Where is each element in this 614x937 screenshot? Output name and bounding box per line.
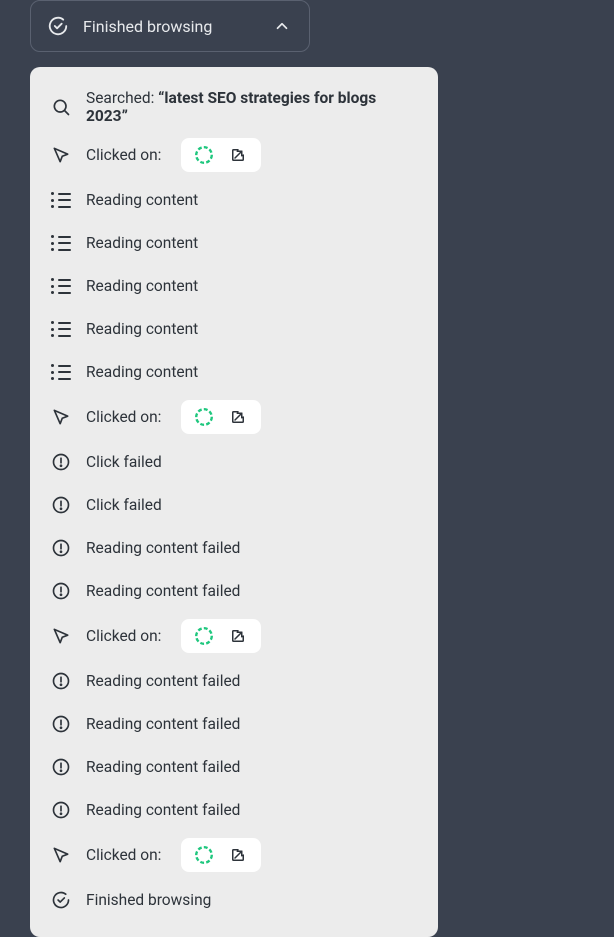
clicked-label: Clicked on:	[86, 408, 161, 426]
link-chip[interactable]	[181, 619, 261, 653]
list-icon	[50, 189, 72, 211]
search-icon	[50, 96, 72, 118]
check-circle-icon	[50, 889, 72, 911]
list-icon	[50, 318, 72, 340]
reading-failed-label: Reading content failed	[86, 672, 240, 690]
click-failed-label: Click failed	[86, 453, 162, 471]
browsing-summary-header[interactable]: Finished browsing	[30, 0, 310, 52]
external-link-icon	[227, 625, 249, 647]
cursor-icon	[50, 625, 72, 647]
list-icon	[50, 232, 72, 254]
finished-label: Finished browsing	[86, 891, 211, 909]
semrush-favicon-icon	[193, 844, 215, 866]
list-icon	[50, 275, 72, 297]
reading-label: Reading content	[86, 363, 198, 381]
log-row-click-failed: Click failed	[50, 490, 418, 520]
alert-circle-icon	[50, 713, 72, 735]
alert-circle-icon	[50, 451, 72, 473]
reading-label: Reading content	[86, 320, 198, 338]
link-chip[interactable]	[181, 138, 261, 172]
alert-circle-icon	[50, 670, 72, 692]
log-row-clicked: Clicked on:	[50, 619, 418, 653]
link-chip[interactable]	[181, 400, 261, 434]
log-row-reading-failed: Reading content failed	[50, 709, 418, 739]
log-row-searched: Searched: “latest SEO strategies for blo…	[50, 89, 418, 125]
log-row-clicked: Clicked on:	[50, 138, 418, 172]
log-row-click-failed: Click failed	[50, 447, 418, 477]
alert-circle-icon	[50, 756, 72, 778]
reading-failed-label: Reading content failed	[86, 715, 240, 733]
clicked-label: Clicked on:	[86, 627, 161, 645]
log-row-reading: Reading content	[50, 271, 418, 301]
reading-failed-label: Reading content failed	[86, 539, 240, 557]
cursor-icon	[50, 844, 72, 866]
reading-label: Reading content	[86, 191, 198, 209]
semrush-favicon-icon	[193, 406, 215, 428]
alert-circle-icon	[50, 537, 72, 559]
clicked-label: Clicked on:	[86, 146, 161, 164]
click-failed-label: Click failed	[86, 496, 162, 514]
log-row-reading-failed: Reading content failed	[50, 752, 418, 782]
log-row-clicked: Clicked on:	[50, 400, 418, 434]
searched-text: Searched: “latest SEO strategies for blo…	[86, 89, 418, 125]
reading-failed-label: Reading content failed	[86, 582, 240, 600]
alert-circle-icon	[50, 799, 72, 821]
log-row-reading-failed: Reading content failed	[50, 666, 418, 696]
external-link-icon	[227, 144, 249, 166]
reading-label: Reading content	[86, 234, 198, 252]
link-chip[interactable]	[181, 838, 261, 872]
cursor-icon	[50, 144, 72, 166]
log-row-reading: Reading content	[50, 228, 418, 258]
check-circle-icon	[47, 15, 69, 37]
clicked-label: Clicked on:	[86, 846, 161, 864]
browsing-log: Searched: “latest SEO strategies for blo…	[30, 67, 438, 937]
log-row-finished: Finished browsing	[50, 885, 418, 915]
external-link-icon	[227, 844, 249, 866]
log-row-reading-failed: Reading content failed	[50, 533, 418, 563]
log-row-reading-failed: Reading content failed	[50, 576, 418, 606]
cursor-icon	[50, 406, 72, 428]
log-row-reading: Reading content	[50, 185, 418, 215]
log-row-reading: Reading content	[50, 314, 418, 344]
reading-label: Reading content	[86, 277, 198, 295]
searched-prefix: Searched:	[86, 89, 158, 107]
list-icon	[50, 361, 72, 383]
reading-failed-label: Reading content failed	[86, 758, 240, 776]
log-row-reading: Reading content	[50, 357, 418, 387]
external-link-icon	[227, 406, 249, 428]
reading-failed-label: Reading content failed	[86, 801, 240, 819]
log-row-reading-failed: Reading content failed	[50, 795, 418, 825]
alert-circle-icon	[50, 580, 72, 602]
semrush-favicon-icon	[193, 144, 215, 166]
alert-circle-icon	[50, 494, 72, 516]
browsing-summary-title: Finished browsing	[83, 17, 257, 36]
semrush-favicon-icon	[193, 625, 215, 647]
chevron-up-icon	[271, 15, 293, 37]
log-row-clicked: Clicked on:	[50, 838, 418, 872]
